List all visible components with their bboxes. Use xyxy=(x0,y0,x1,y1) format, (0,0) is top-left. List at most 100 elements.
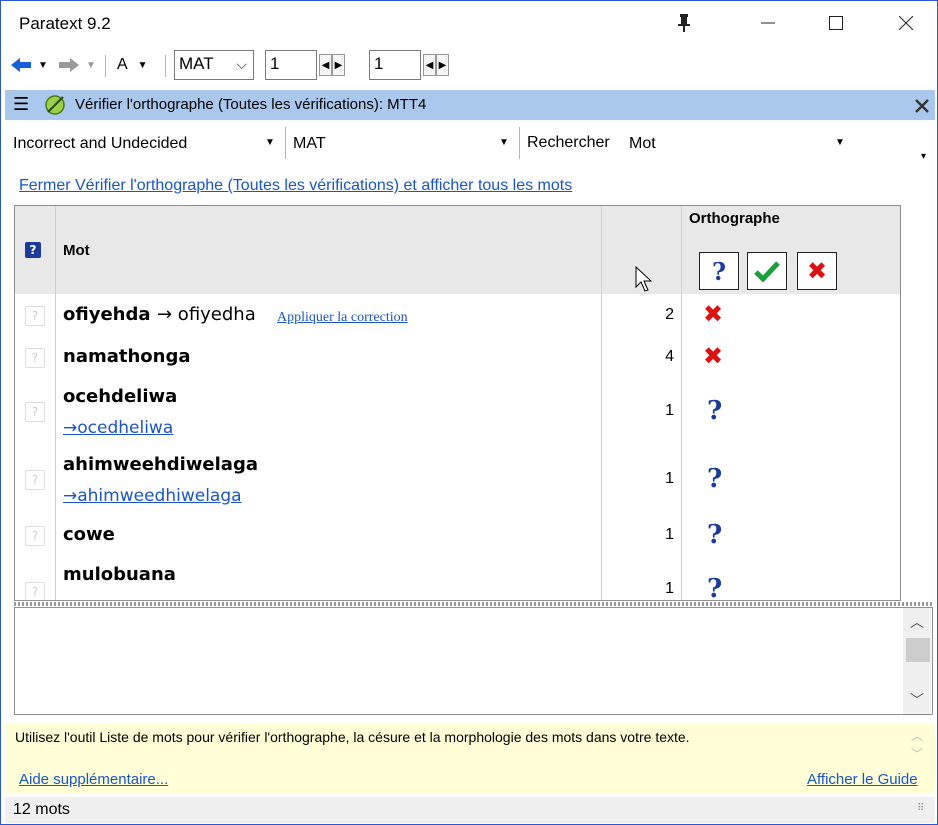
chapter-value: 1 xyxy=(270,54,280,73)
scroll-up-icon[interactable]: ︿ xyxy=(903,610,931,634)
table-row[interactable]: ? cowe 1 ? xyxy=(15,514,900,557)
close-panel-icon[interactable] xyxy=(915,99,929,113)
detail-scrollbar[interactable]: ︿ ﹀ xyxy=(903,608,931,714)
panel-header: ☰ Vérifier l'orthographe (Toutes les vér… xyxy=(5,90,935,120)
book-filter-dropdown[interactable]: MAT ▼ xyxy=(293,135,515,153)
col-divider xyxy=(55,378,56,446)
search-field-dropdown[interactable]: Mot ▼ xyxy=(625,127,851,161)
incorrect-icon[interactable]: ✖ xyxy=(703,302,723,326)
occurrence-count: 1 xyxy=(665,580,674,597)
verse-prev-icon[interactable]: ◀ xyxy=(423,54,436,76)
forward-button[interactable]: ▼ xyxy=(57,51,96,79)
col-divider xyxy=(55,336,56,378)
col-divider xyxy=(601,294,602,336)
title-bar: Paratext 9.2 xyxy=(1,1,937,45)
verse-input[interactable]: 1 xyxy=(369,50,421,80)
verse-value: 1 xyxy=(374,54,384,73)
chevron-down-icon: ▼ xyxy=(835,137,845,148)
minimize-button[interactable] xyxy=(745,1,791,45)
resize-grip-icon[interactable]: ⠿ xyxy=(917,803,924,814)
row-status-icon[interactable]: ? xyxy=(25,470,45,490)
more-help-link[interactable]: Aide supplémentaire... xyxy=(19,771,168,788)
suggestion-link[interactable]: →ocedheliwa xyxy=(63,418,173,438)
column-header-word[interactable]: Mot xyxy=(63,242,90,259)
splitter[interactable] xyxy=(14,602,933,606)
undecided-icon[interactable]: ? xyxy=(707,576,722,600)
show-guide-link[interactable]: Afficher le Guide xyxy=(807,771,918,788)
undecided-icon[interactable]: ? xyxy=(707,522,722,548)
close-filter-link[interactable]: Fermer Vérifier l'orthographe (Toutes le… xyxy=(19,177,572,195)
row-status-icon[interactable]: ? xyxy=(25,582,45,600)
occurrence-count: 2 xyxy=(665,306,674,323)
word-text: mulobuana xyxy=(63,564,176,585)
col-divider xyxy=(681,378,682,446)
col-divider xyxy=(55,514,56,556)
filter-incorrect-button[interactable]: ✖ xyxy=(797,252,837,290)
incorrect-icon[interactable]: ✖ xyxy=(703,344,723,368)
maximize-button[interactable] xyxy=(813,1,859,45)
col-divider xyxy=(601,206,602,294)
row-status-icon[interactable]: ? xyxy=(25,348,45,368)
filter-undecided-button[interactable]: ? xyxy=(699,252,739,290)
col-divider xyxy=(601,556,602,600)
row-status-icon[interactable]: ? xyxy=(25,306,45,326)
col-divider xyxy=(601,336,602,378)
verse-next-icon[interactable]: ▶ xyxy=(436,54,449,76)
toolbar: ▼ ▼ A ▼ MAT ⌵ 1 ◀ ▶ 1 ◀ ▶ xyxy=(1,45,937,85)
toolbar-separator xyxy=(105,55,106,77)
font-button[interactable]: A ▼ xyxy=(117,51,148,79)
search-label: Rechercher xyxy=(527,134,610,151)
book-select[interactable]: MAT ⌵ xyxy=(174,50,254,80)
table-row[interactable]: ? mulobuana 1 ? xyxy=(15,556,900,600)
scroll-up-icon[interactable]: ︿ xyxy=(900,208,901,232)
col-divider xyxy=(681,446,682,514)
info-scroll-down-icon[interactable]: ﹀ xyxy=(911,745,923,762)
col-divider xyxy=(601,446,602,514)
filter-bar: Incorrect and Undecided ▼ MAT ▼ Recherch… xyxy=(5,121,935,171)
undecided-icon[interactable]: ? xyxy=(707,466,722,492)
guide-info-area: Utilisez l'outil Liste de mots pour véri… xyxy=(5,723,935,793)
suggestion-link[interactable]: →ahimweedhiwelaga xyxy=(63,486,242,506)
checkmark-icon xyxy=(754,261,780,282)
filter-correct-button[interactable] xyxy=(747,252,787,290)
col-divider xyxy=(601,378,602,446)
pin-icon[interactable] xyxy=(661,1,707,45)
table-row[interactable]: ? namathonga 4 ✖ xyxy=(15,336,900,379)
undecided-icon[interactable]: ? xyxy=(707,398,722,424)
apply-correction-link[interactable]: Appliquer la correction xyxy=(277,310,408,326)
chapter-next-icon[interactable]: ▶ xyxy=(332,54,345,76)
table-row[interactable]: ? ofiyehda → ofiyedha Appliquer la corre… xyxy=(15,294,900,337)
scroll-down-icon[interactable]: ﹀ xyxy=(903,688,931,712)
forward-dropdown-icon[interactable]: ▼ xyxy=(86,60,96,71)
chapter-prev-icon[interactable]: ◀ xyxy=(319,54,332,76)
help-icon[interactable]: ? xyxy=(25,242,41,258)
row-status-icon[interactable]: ? xyxy=(25,402,45,422)
table-row[interactable]: ? ocehdeliwa →ocedheliwa 1 ? xyxy=(15,378,900,447)
column-header-spelling[interactable]: Orthographe xyxy=(689,210,780,227)
grid-header: ? Mot Orthographe ? ✖ xyxy=(15,206,900,295)
info-scroll-up-icon[interactable]: ︿ xyxy=(911,727,923,744)
app-window: Paratext 9.2 ▼ ▼ A ▼ MAT ⌵ 1 ◀ ▶ 1 ◀ ▶ ☰… xyxy=(0,0,938,825)
chevron-down-icon: ▼ xyxy=(499,137,509,148)
word-count: 12 mots xyxy=(13,801,70,818)
chapter-input[interactable]: 1 xyxy=(265,50,317,80)
occurrence-count: 1 xyxy=(665,470,674,487)
occurrence-count: 1 xyxy=(665,526,674,543)
back-dropdown-icon[interactable]: ▼ xyxy=(38,60,48,71)
table-row[interactable]: ? ahimweehdiwelaga →ahimweedhiwelaga 1 ? xyxy=(15,446,900,515)
menu-icon[interactable]: ☰ xyxy=(13,94,29,115)
chapter-spinner[interactable]: ◀ ▶ xyxy=(319,54,347,76)
back-button[interactable]: ▼ xyxy=(9,51,48,79)
chevron-down-icon: ▼ xyxy=(265,137,275,148)
status-bar: 12 mots ⠿ xyxy=(5,797,935,823)
occurrence-count: 1 xyxy=(665,402,674,419)
close-window-button[interactable] xyxy=(883,1,929,45)
scroll-down-icon[interactable]: ﹀ xyxy=(900,574,901,598)
book-filter-value: MAT xyxy=(293,135,326,152)
status-filter-dropdown[interactable]: Incorrect and Undecided ▼ xyxy=(13,135,281,153)
row-status-icon[interactable]: ? xyxy=(25,526,45,546)
grid-scrollbar[interactable]: ︿ ﹀ xyxy=(900,206,901,600)
verse-spinner[interactable]: ◀ ▶ xyxy=(423,54,451,76)
overflow-icon[interactable]: ▾ xyxy=(921,151,926,162)
scroll-thumb[interactable] xyxy=(906,638,930,662)
